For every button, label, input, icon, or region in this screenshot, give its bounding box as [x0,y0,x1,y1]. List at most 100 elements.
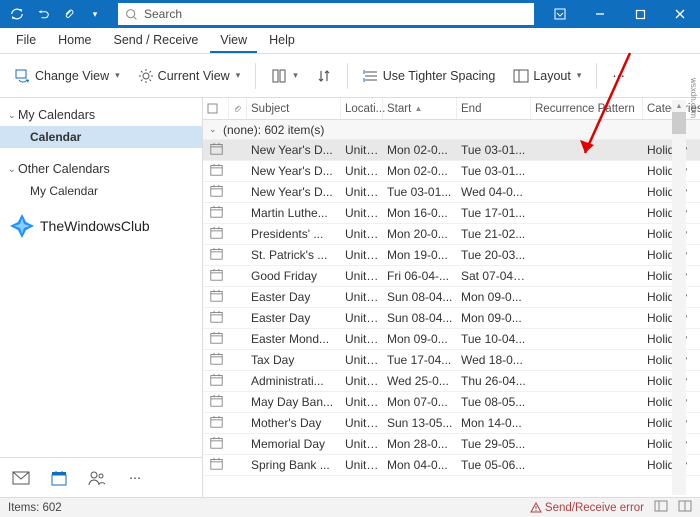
current-view-label: Current View [158,69,230,83]
tab-file[interactable]: File [6,29,46,53]
row-subject: May Day Ban... [247,395,341,409]
table-row[interactable]: Memorial DayUnite...Mon 28-0...Tue 29-05… [203,434,700,455]
row-start: Tue 17-04... [383,353,457,367]
menu-tabs: File Home Send / Receive View Help [0,28,700,54]
more-views-button[interactable]: ⋯ [122,465,148,491]
row-start: Mon 19-0... [383,248,457,262]
columns-button[interactable]: ▾ [264,61,305,91]
calendar-icon [203,184,229,200]
table-row[interactable]: New Year's D...Unite...Mon 02-0...Tue 03… [203,161,700,182]
table-row[interactable]: New Year's D...Unite...Tue 03-01...Wed 0… [203,182,700,203]
send-receive-icon[interactable] [6,2,28,26]
row-location: Unite... [341,332,383,346]
row-subject: New Year's D... [247,143,341,157]
sidebar-item-calendar[interactable]: Calendar [0,126,202,148]
row-start: Tue 03-01... [383,185,457,199]
table-row[interactable]: Tax DayUnite...Tue 17-04...Wed 18-0...Ho… [203,350,700,371]
close-button[interactable] [660,0,700,28]
more-button[interactable]: ⋯ [605,61,632,91]
scroll-thumb[interactable] [672,112,686,134]
tab-home[interactable]: Home [48,29,101,53]
status-bar: Items: 602 Send/Receive error [0,497,700,517]
col-start[interactable]: Start ▲ [383,98,457,119]
row-end: Tue 05-06... [457,458,531,472]
view-normal-button[interactable] [654,500,668,515]
qat-dropdown-icon[interactable]: ▾ [84,2,106,26]
tighter-spacing-button[interactable]: Use Tighter Spacing [356,61,503,91]
search-placeholder: Search [144,7,182,21]
row-end: Mon 14-0... [457,416,531,430]
scrollbar[interactable]: ▲ [672,100,686,495]
table-row[interactable]: St. Patrick's ...Unite...Mon 19-0...Tue … [203,245,700,266]
row-location: Unite... [341,185,383,199]
separator [347,63,348,89]
row-location: Unite... [341,269,383,283]
search-input[interactable]: Search [118,3,534,25]
row-end: Tue 17-01... [457,206,531,220]
undo-icon[interactable] [32,2,54,26]
change-view-button[interactable]: Change View▾ [8,61,127,91]
attachment-icon[interactable] [58,2,80,26]
row-subject: Administrati... [247,374,341,388]
calendar-icon [203,436,229,452]
list-pane: Subject Locati... Start ▲ End Recurrence… [203,98,700,497]
calendar-icon [203,352,229,368]
table-row[interactable]: New Year's D...Unite...Mon 02-0...Tue 03… [203,140,700,161]
table-row[interactable]: Easter DayUnite...Sun 08-04...Mon 09-0..… [203,287,700,308]
separator [596,63,597,89]
view-reading-button[interactable] [678,500,692,515]
watermark-logo: TheWindowsClub [0,202,202,250]
titlebar: ▾ Search [0,0,700,28]
layout-button[interactable]: Layout▾ [506,61,588,91]
row-start: Sun 08-04... [383,290,457,304]
table-row[interactable]: May Day Ban...Unite...Mon 07-0...Tue 08-… [203,392,700,413]
row-location: Unite... [341,290,383,304]
spacing-icon [363,68,379,84]
col-attachment[interactable] [229,98,247,119]
tab-view[interactable]: View [210,29,257,53]
table-row[interactable]: Administrati...Unite...Wed 25-0...Thu 26… [203,371,700,392]
table-row[interactable]: Good FridayUnite...Fri 06-04-...Sat 07-0… [203,266,700,287]
status-error[interactable]: Send/Receive error [530,502,644,514]
nav-pane: ⌄My Calendars Calendar ⌄Other Calendars … [0,98,202,457]
chevron-down-icon: ⌄ [8,164,18,175]
mail-view-button[interactable] [8,465,34,491]
table-row[interactable]: Easter Mond...Unite...Mon 09-0...Tue 10-… [203,329,700,350]
col-end[interactable]: End [457,98,531,119]
row-start: Wed 25-0... [383,374,457,388]
maximize-button[interactable] [620,0,660,28]
sort-icon [316,68,332,84]
row-location: Unite... [341,164,383,178]
sort-button[interactable] [309,61,339,91]
group-header-row[interactable]: ⌄(none): 602 item(s) [203,120,700,140]
table-row[interactable]: Mother's DayUnite...Sun 13-05...Mon 14-0… [203,413,700,434]
sidebar-item-mycalendar[interactable]: My Calendar [0,180,202,202]
mycalendars-group[interactable]: ⌄My Calendars [0,104,202,126]
calendar-icon [203,415,229,431]
table-row[interactable]: Presidents' ...Unite...Mon 20-0...Tue 21… [203,224,700,245]
col-location[interactable]: Locati... [341,98,383,119]
calendar-icon [203,331,229,347]
col-icon[interactable] [203,98,229,119]
table-row[interactable]: Martin Luthe...Unite...Mon 16-0...Tue 17… [203,203,700,224]
scroll-up-icon[interactable]: ▲ [672,100,686,112]
calendar-icon [203,457,229,473]
row-end: Mon 09-0... [457,290,531,304]
layout-icon [513,68,529,84]
col-subject[interactable]: Subject [247,98,341,119]
row-location: Unite... [341,395,383,409]
othercalendars-group[interactable]: ⌄Other Calendars [0,158,202,180]
current-view-button[interactable]: Current View▾ [131,61,248,91]
ribbon-options-icon[interactable] [540,0,580,28]
view-switcher: ⋯ [0,457,202,497]
tab-help[interactable]: Help [259,29,305,53]
table-row[interactable]: Spring Bank ...Unite...Mon 04-0...Tue 05… [203,455,700,476]
separator [255,63,256,89]
tab-sendreceive[interactable]: Send / Receive [104,29,209,53]
calendar-view-button[interactable] [46,465,72,491]
table-row[interactable]: Easter DayUnite...Sun 08-04...Mon 09-0..… [203,308,700,329]
col-recurrence[interactable]: Recurrence Pattern [531,98,643,119]
people-view-button[interactable] [84,465,110,491]
minimize-button[interactable] [580,0,620,28]
chevron-down-icon: ⌄ [8,110,18,121]
